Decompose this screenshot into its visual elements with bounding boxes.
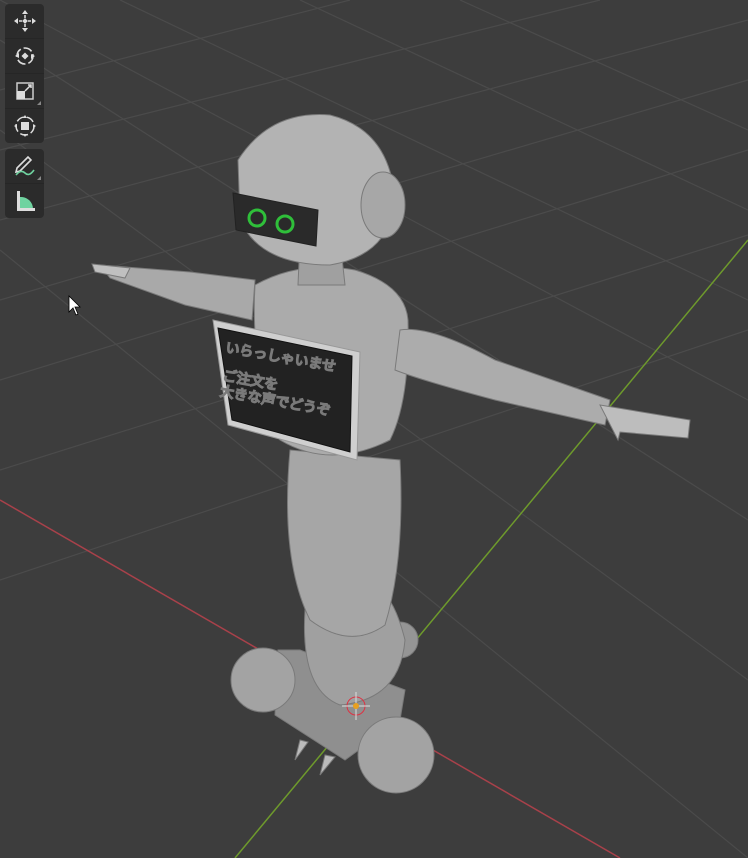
transform-icon xyxy=(13,115,36,137)
measure-icon xyxy=(16,191,35,211)
tool-measure[interactable] xyxy=(5,184,44,218)
annotate-icon xyxy=(14,155,35,176)
submenu-indicator xyxy=(37,101,41,105)
tool-group-annotate xyxy=(5,149,44,218)
robot-model[interactable]: いらっしゃいませ ご注文を 大きな声でどうぞ xyxy=(91,114,691,794)
mouse-cursor-icon xyxy=(68,295,81,316)
submenu-indicator xyxy=(37,176,41,180)
tool-transform[interactable] xyxy=(5,109,44,143)
tool-rotate[interactable] xyxy=(5,39,44,74)
3d-viewport[interactable]: いらっしゃいませ ご注文を 大きな声でどうぞ xyxy=(0,0,748,858)
tool-annotate[interactable] xyxy=(5,149,44,184)
tool-move[interactable] xyxy=(5,4,44,39)
move-icon xyxy=(13,10,36,32)
tool-group-transform xyxy=(5,4,44,143)
scale-icon xyxy=(15,82,34,100)
rotate-icon xyxy=(14,47,35,65)
tool-scale[interactable] xyxy=(5,74,44,109)
